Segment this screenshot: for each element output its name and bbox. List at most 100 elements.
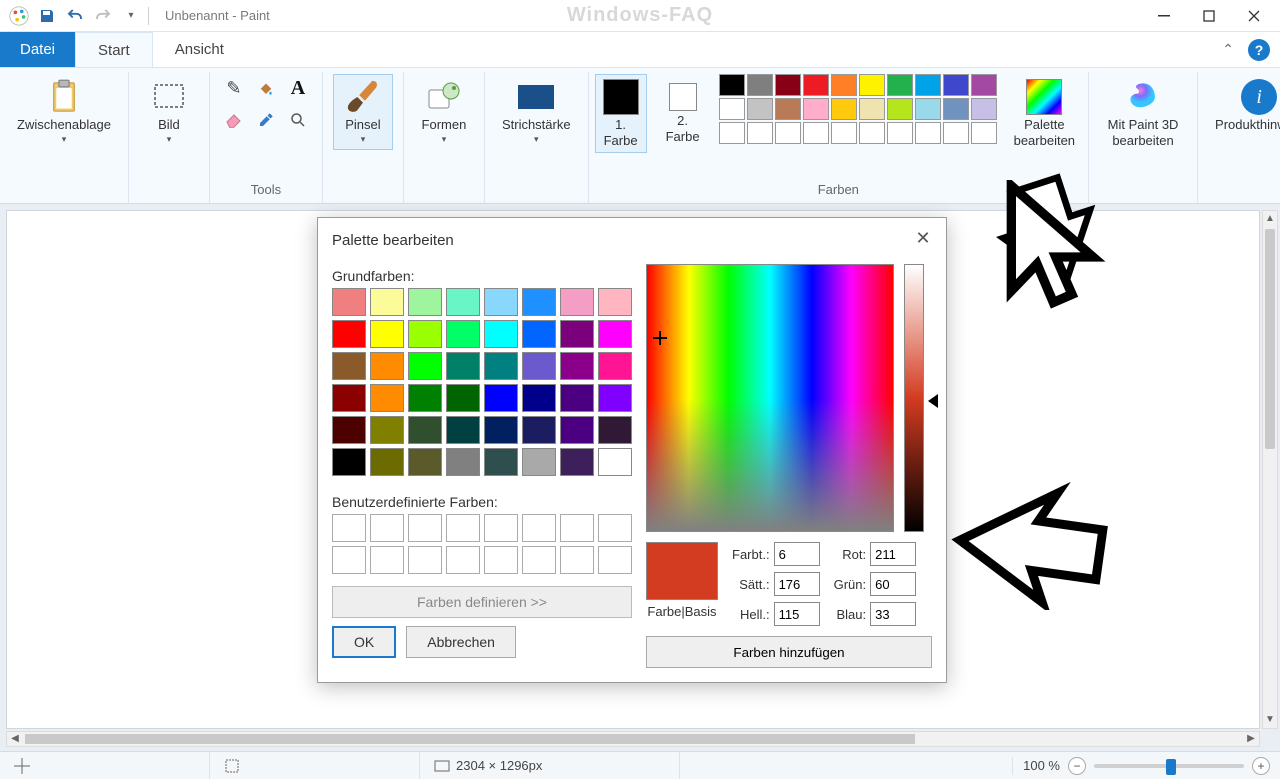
zoom-slider-thumb[interactable]: [1166, 759, 1176, 775]
color1-button[interactable]: 1. Farbe: [595, 74, 647, 153]
palette-swatch[interactable]: [775, 98, 801, 120]
palette-swatch[interactable]: [747, 74, 773, 96]
cancel-button[interactable]: Abbrechen: [406, 626, 516, 658]
basic-color-swatch[interactable]: [370, 320, 404, 348]
zoom-out-button[interactable]: −: [1068, 757, 1086, 775]
basic-color-swatch[interactable]: [408, 352, 442, 380]
zoom-slider[interactable]: [1094, 764, 1244, 768]
tab-view[interactable]: Ansicht: [153, 32, 246, 67]
palette-swatch[interactable]: [719, 74, 745, 96]
palette-swatch[interactable]: [943, 122, 969, 144]
tool-text[interactable]: A: [284, 74, 312, 102]
palette-swatch[interactable]: [831, 74, 857, 96]
custom-color-swatch[interactable]: [522, 546, 556, 574]
basic-color-swatch[interactable]: [484, 384, 518, 412]
custom-color-swatch[interactable]: [332, 514, 366, 542]
basic-color-swatch[interactable]: [408, 288, 442, 316]
tool-magnifier[interactable]: [284, 106, 312, 134]
basic-color-swatch[interactable]: [408, 448, 442, 476]
basic-color-swatch[interactable]: [370, 352, 404, 380]
basic-color-swatch[interactable]: [484, 416, 518, 444]
basic-color-swatch[interactable]: [370, 288, 404, 316]
basic-color-swatch[interactable]: [560, 384, 594, 412]
basic-color-swatch[interactable]: [598, 416, 632, 444]
custom-color-swatch[interactable]: [598, 514, 632, 542]
palette-swatch[interactable]: [943, 74, 969, 96]
basic-color-swatch[interactable]: [522, 384, 556, 412]
redo-button[interactable]: [92, 5, 114, 27]
palette-swatch[interactable]: [775, 122, 801, 144]
basic-color-swatch[interactable]: [332, 384, 366, 412]
palette-swatch[interactable]: [859, 122, 885, 144]
palette-swatch[interactable]: [887, 74, 913, 96]
add-color-button[interactable]: Farben hinzufügen: [646, 636, 932, 668]
tab-start[interactable]: Start: [75, 32, 153, 67]
help-button[interactable]: ?: [1248, 39, 1270, 61]
basic-color-swatch[interactable]: [560, 416, 594, 444]
clipboard-button[interactable]: Zwischenablage ▾: [10, 74, 118, 150]
image-select-button[interactable]: Bild ▾: [139, 74, 199, 150]
custom-color-swatch[interactable]: [484, 514, 518, 542]
minimize-button[interactable]: [1141, 1, 1186, 31]
custom-color-swatch[interactable]: [332, 546, 366, 574]
basic-color-swatch[interactable]: [484, 288, 518, 316]
palette-swatch[interactable]: [971, 122, 997, 144]
basic-color-swatch[interactable]: [332, 416, 366, 444]
basic-color-swatch[interactable]: [560, 352, 594, 380]
custom-color-swatch[interactable]: [522, 514, 556, 542]
basic-color-swatch[interactable]: [370, 448, 404, 476]
basic-color-swatch[interactable]: [484, 448, 518, 476]
basic-color-swatch[interactable]: [598, 384, 632, 412]
palette-swatch[interactable]: [747, 98, 773, 120]
basic-color-swatch[interactable]: [332, 448, 366, 476]
custom-color-swatch[interactable]: [484, 546, 518, 574]
tool-picker[interactable]: [252, 106, 280, 134]
basic-color-swatch[interactable]: [484, 320, 518, 348]
basic-color-swatch[interactable]: [370, 416, 404, 444]
basic-color-swatch[interactable]: [598, 448, 632, 476]
dialog-close-button[interactable]: ✕: [906, 224, 940, 252]
tool-pencil[interactable]: ✎: [220, 74, 248, 102]
palette-swatch[interactable]: [971, 98, 997, 120]
scroll-down-arrow[interactable]: ▼: [1263, 712, 1277, 728]
basic-color-swatch[interactable]: [560, 320, 594, 348]
palette-swatch[interactable]: [887, 98, 913, 120]
basic-color-swatch[interactable]: [522, 448, 556, 476]
basic-color-swatch[interactable]: [522, 288, 556, 316]
dialog-titlebar[interactable]: Palette bearbeiten ✕: [318, 218, 946, 262]
lum-input[interactable]: [774, 602, 820, 626]
basic-color-swatch[interactable]: [598, 320, 632, 348]
ok-button[interactable]: OK: [332, 626, 396, 658]
luminosity-arrow[interactable]: [928, 394, 938, 408]
collapse-ribbon-button[interactable]: ⌃: [1218, 41, 1238, 58]
custom-color-swatch[interactable]: [370, 514, 404, 542]
brush-button[interactable]: Pinsel ▾: [333, 74, 393, 150]
basic-color-swatch[interactable]: [522, 352, 556, 380]
luminosity-slider[interactable]: [904, 264, 924, 532]
basic-color-swatch[interactable]: [522, 320, 556, 348]
palette-swatch[interactable]: [915, 74, 941, 96]
tool-eraser[interactable]: [220, 106, 248, 134]
palette-swatch[interactable]: [887, 122, 913, 144]
basic-color-swatch[interactable]: [560, 448, 594, 476]
basic-color-swatch[interactable]: [446, 352, 480, 380]
shapes-button[interactable]: Formen ▾: [414, 74, 474, 150]
basic-color-swatch[interactable]: [598, 352, 632, 380]
palette-swatch[interactable]: [803, 74, 829, 96]
basic-color-swatch[interactable]: [332, 320, 366, 348]
basic-color-swatch[interactable]: [370, 384, 404, 412]
basic-color-swatch[interactable]: [332, 352, 366, 380]
custom-color-swatch[interactable]: [446, 546, 480, 574]
basic-color-swatch[interactable]: [408, 416, 442, 444]
palette-swatch[interactable]: [719, 98, 745, 120]
basic-color-swatch[interactable]: [446, 320, 480, 348]
hscroll-thumb[interactable]: [25, 734, 915, 744]
custom-color-swatch[interactable]: [408, 514, 442, 542]
palette-swatch[interactable]: [719, 122, 745, 144]
undo-button[interactable]: [64, 5, 86, 27]
color-spectrum[interactable]: [646, 264, 894, 532]
custom-color-swatch[interactable]: [370, 546, 404, 574]
sat-input[interactable]: [774, 572, 820, 596]
scroll-right-arrow[interactable]: ▶: [1243, 732, 1259, 746]
custom-color-swatch[interactable]: [408, 546, 442, 574]
